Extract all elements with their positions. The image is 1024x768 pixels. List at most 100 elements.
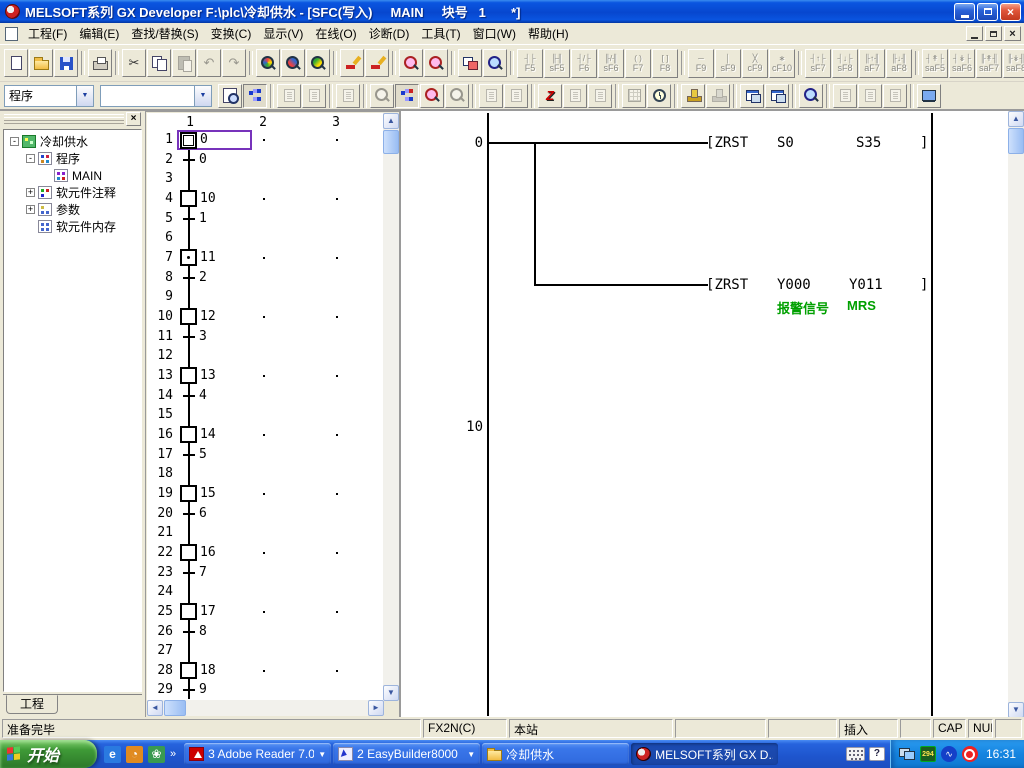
quick-launch-chevron-icon[interactable]: » <box>170 748 176 760</box>
stamp-button[interactable] <box>681 84 705 108</box>
menu-编辑E[interactable]: 编辑(E) <box>73 22 125 45</box>
menu-工具T[interactable]: 工具(T) <box>415 22 466 45</box>
tree-item-program[interactable]: -程序 <box>4 150 141 167</box>
sfc-transition[interactable] <box>183 454 195 456</box>
taskbar-button-3-adobe-reader-7.0[interactable]: 3 Adobe Reader 7.0▼ <box>184 743 331 765</box>
tree-item-comment[interactable]: +软元件注释 <box>4 184 141 201</box>
start-button[interactable]: 开始 <box>0 740 97 768</box>
input-help-icon[interactable]: ? <box>869 747 885 761</box>
messenger-app-icon[interactable]: ❀ <box>148 746 165 763</box>
scroll-down-button[interactable]: ▼ <box>383 685 399 701</box>
mdi-minimize-button[interactable] <box>966 26 983 41</box>
audio-tray-icon[interactable]: ∿ <box>941 746 957 762</box>
find-instruction-button[interactable] <box>281 49 305 77</box>
minimize-button[interactable] <box>954 3 975 21</box>
sfc-vscroll-thumb[interactable] <box>383 130 399 154</box>
mdi-restore-button[interactable] <box>985 26 1002 41</box>
scroll-down-button[interactable]: ▼ <box>1008 702 1024 718</box>
project-panel-close-button[interactable]: × <box>126 112 141 126</box>
tree-item-main[interactable]: MAIN <box>4 167 141 184</box>
program-convert-button[interactable]: Z <box>538 84 562 108</box>
sfc-step[interactable] <box>180 308 197 325</box>
sfc-transition[interactable] <box>183 159 195 161</box>
expand-icon[interactable]: + <box>26 205 35 214</box>
tree-item-project[interactable]: -冷却供水 <box>4 133 141 150</box>
internet-explorer-icon[interactable]: e <box>104 746 121 763</box>
sfc-step[interactable] <box>180 249 197 266</box>
sfc-initial-step[interactable] <box>180 132 197 149</box>
taskbar-dropdown-icon[interactable]: ▼ <box>318 750 326 759</box>
new-button[interactable] <box>4 49 28 77</box>
clock-setting-button[interactable] <box>647 84 671 108</box>
comment-display-button[interactable] <box>218 84 242 108</box>
menu-诊断D[interactable]: 诊断(D) <box>363 22 416 45</box>
taskbar-button-melsoft系列-gx-d...[interactable]: MELSOFT系列 GX D... <box>631 743 778 765</box>
save-button[interactable] <box>54 49 78 77</box>
taskbar-dropdown-icon[interactable]: ▼ <box>467 750 475 759</box>
scroll-up-button[interactable]: ▲ <box>383 113 399 129</box>
sfc-step[interactable] <box>180 367 197 384</box>
ladder-vscroll-thumb[interactable] <box>1008 128 1024 154</box>
sfc-step[interactable] <box>180 485 197 502</box>
sfc-transition[interactable] <box>183 336 195 338</box>
project-data-list-button[interactable] <box>243 84 267 108</box>
sfc-step[interactable] <box>180 426 197 443</box>
mdi-document-icon[interactable] <box>5 27 18 41</box>
monitor-display-button[interactable] <box>917 84 941 108</box>
ladder-vertical-scrollbar[interactable]: ▲ ▼ <box>1008 111 1024 718</box>
taskbar-button-冷却供水[interactable]: 冷却供水 <box>482 743 629 765</box>
circuit-find-back-button[interactable] <box>424 49 448 77</box>
program-type-combobox[interactable]: 程序 ▼ <box>4 85 94 107</box>
zoom-find-button[interactable] <box>799 84 823 108</box>
menu-查找替换S[interactable]: 查找/替换(S) <box>125 22 204 45</box>
sfc-transition[interactable] <box>183 395 195 397</box>
open-window-2-button[interactable] <box>765 84 789 108</box>
find-string-button[interactable] <box>306 49 330 77</box>
sfc-transition[interactable] <box>183 513 195 515</box>
combo-dropdown-icon[interactable]: ▼ <box>194 86 211 106</box>
sfc-step[interactable] <box>180 603 197 620</box>
sfc-diagram-canvas[interactable]: 1231020341051671182910121131213131441516… <box>147 113 384 701</box>
sfc-block-list-button[interactable] <box>395 84 419 108</box>
menu-工程F[interactable]: 工程(F) <box>22 22 73 45</box>
tree-item-memory[interactable]: 软元件内存 <box>4 218 141 235</box>
menu-窗口W[interactable]: 窗口(W) <box>467 22 522 45</box>
restore-button[interactable] <box>977 3 998 21</box>
menu-在线O[interactable]: 在线(O) <box>309 22 362 45</box>
close-button[interactable]: × <box>1000 3 1021 21</box>
device-test-button[interactable] <box>340 49 364 77</box>
scroll-up-button[interactable]: ▲ <box>1008 111 1024 127</box>
monitor-find-button[interactable] <box>420 84 444 108</box>
scroll-left-button[interactable]: ◄ <box>147 700 163 716</box>
device-combobox[interactable]: ▼ <box>100 85 212 107</box>
sfc-transition[interactable] <box>183 572 195 574</box>
sfc-transition[interactable] <box>183 631 195 633</box>
sfc-transition[interactable] <box>183 689 195 691</box>
collapse-icon[interactable]: - <box>26 154 35 163</box>
open-button[interactable] <box>29 49 53 77</box>
menu-显示V[interactable]: 显示(V) <box>257 22 309 45</box>
expand-icon[interactable]: + <box>26 188 35 197</box>
menu-帮助H[interactable]: 帮助(H) <box>522 22 575 45</box>
find-device-button[interactable] <box>256 49 280 77</box>
sfc-hscroll-thumb[interactable] <box>164 700 186 716</box>
sfc-step[interactable] <box>180 190 197 207</box>
meter-tray-icon[interactable]: 294 <box>920 746 936 762</box>
menu-变换C[interactable]: 变换(C) <box>205 22 258 45</box>
program-find-button[interactable] <box>483 49 507 77</box>
panel-grip-handle[interactable] <box>4 114 124 124</box>
circuit-find-button[interactable] <box>399 49 423 77</box>
ladder-diagram-canvas[interactable]: 0 [ZRST S0 S35 ] [ZRST Y000 Y011 ] 报警信号 … <box>403 113 1007 716</box>
tree-item-param[interactable]: +参数 <box>4 201 141 218</box>
sfc-horizontal-scrollbar[interactable]: ◄ ► <box>147 700 384 716</box>
media-app-icon[interactable]: ◔ <box>126 746 143 763</box>
network-tray-icon[interactable] <box>899 746 915 762</box>
scroll-right-button[interactable]: ► <box>368 700 384 716</box>
sfc-step[interactable] <box>180 544 197 561</box>
tab-project[interactable]: 工程 <box>6 695 58 714</box>
cut-button[interactable]: ✂ <box>122 49 146 77</box>
taskbar-clock[interactable]: 16:31 <box>986 747 1016 761</box>
sfc-transition[interactable] <box>183 277 195 279</box>
device-batch-edit-button[interactable] <box>365 49 389 77</box>
open-window-button[interactable] <box>740 84 764 108</box>
